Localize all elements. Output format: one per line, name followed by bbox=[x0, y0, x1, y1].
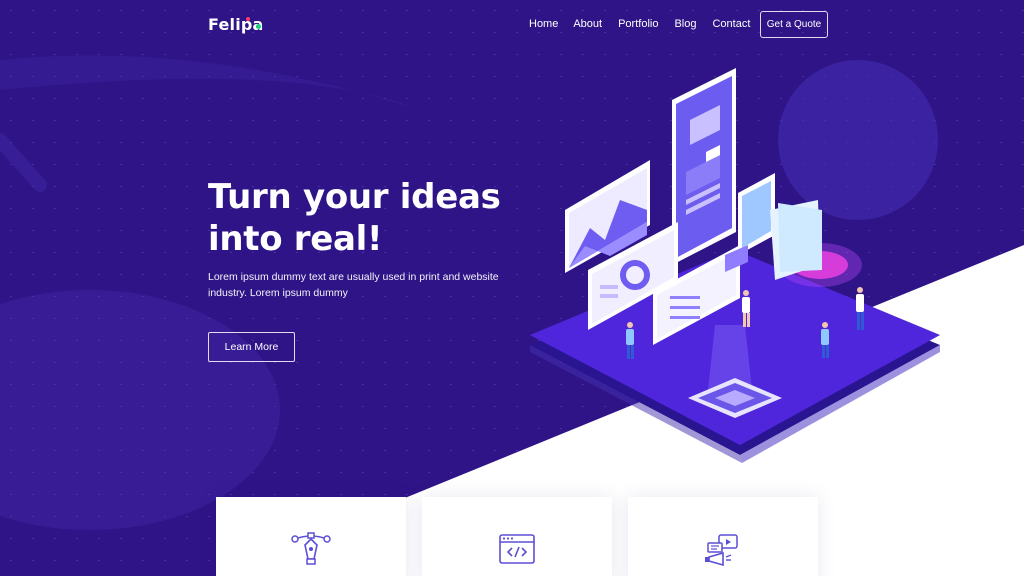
main-nav: Home About Portfolio Blog Contact bbox=[529, 18, 750, 30]
nav-contact[interactable]: Contact bbox=[712, 18, 750, 30]
nav-home[interactable]: Home bbox=[529, 18, 558, 30]
logo-accent-dot-red bbox=[246, 17, 250, 21]
learn-more-button[interactable]: Learn More bbox=[208, 332, 295, 362]
megaphone-video-icon bbox=[705, 534, 738, 567]
hero-subtext: Lorem ipsum dummy text are usually used … bbox=[208, 271, 499, 299]
person-figure bbox=[856, 287, 864, 330]
nav-blog[interactable]: Blog bbox=[674, 18, 696, 30]
logo-accent-dot-green bbox=[256, 24, 261, 29]
code-window-icon bbox=[499, 534, 535, 564]
hero-headline: Turn your ideas into real! bbox=[208, 176, 538, 260]
hero-headline-line2: into real! bbox=[208, 219, 383, 259]
get-a-quote-button[interactable]: Get a Quote bbox=[760, 11, 828, 38]
feature-card-design[interactable] bbox=[216, 497, 406, 576]
isometric-illustration bbox=[530, 68, 940, 463]
hero-headline-line1: Turn your ideas bbox=[208, 177, 501, 217]
feature-card-development[interactable] bbox=[422, 497, 612, 576]
nav-portfolio[interactable]: Portfolio bbox=[618, 18, 658, 30]
feature-card-marketing[interactable] bbox=[628, 497, 818, 576]
hero-section: Felipa Home About Portfolio Blog Contact… bbox=[0, 0, 1024, 576]
nav-about[interactable]: About bbox=[573, 18, 602, 30]
pen-tool-icon bbox=[291, 532, 331, 565]
